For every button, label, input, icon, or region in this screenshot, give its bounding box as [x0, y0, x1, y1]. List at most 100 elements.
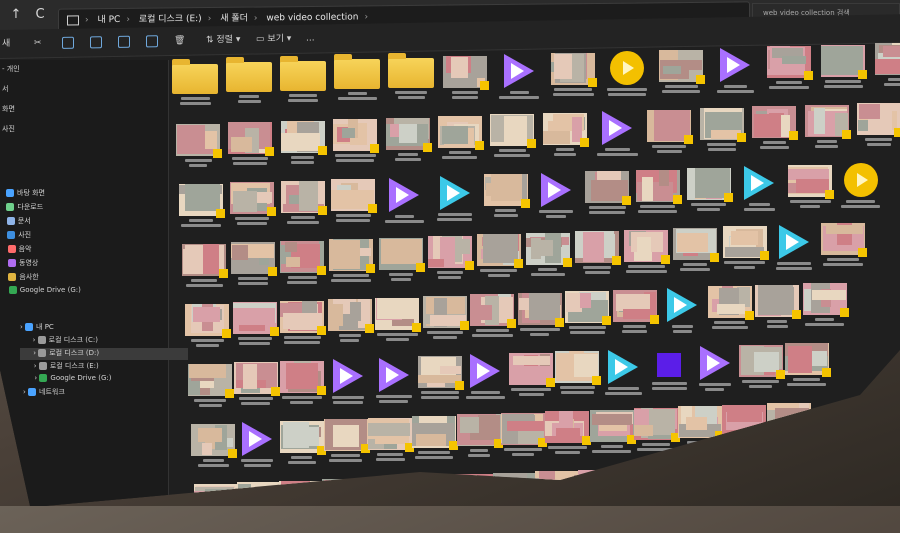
image-file-item[interactable]: [574, 469, 626, 506]
video-file-item[interactable]: [591, 111, 643, 162]
image-file-item[interactable]: [276, 300, 328, 350]
sidebar-item-picture[interactable]: 사진: [7, 230, 31, 240]
folder-item[interactable]: [277, 55, 329, 108]
sidebar-item-folder[interactable]: 음사한: [8, 272, 39, 282]
tree-item-drive[interactable]: › 로컬 디스크 (C:): [33, 335, 98, 345]
image-file-item[interactable]: [763, 46, 815, 95]
more-button[interactable]: ...: [306, 31, 315, 47]
image-file-item[interactable]: [230, 362, 282, 411]
image-file-item[interactable]: [324, 299, 376, 348]
video-file-item[interactable]: [459, 354, 511, 405]
video-file-item[interactable]: [709, 48, 761, 99]
refresh-button[interactable]: C: [30, 6, 50, 24]
image-file-item[interactable]: [361, 477, 413, 506]
image-file-item[interactable]: [522, 232, 574, 282]
sidebar-item[interactable]: 사진: [2, 124, 15, 134]
image-file-item[interactable]: [547, 52, 599, 102]
chevron-right-icon[interactable]: ›: [33, 336, 38, 344]
sidebar-item-desktop[interactable]: 바탕 화면: [6, 188, 45, 198]
image-file-item[interactable]: [853, 103, 900, 152]
video-file-item[interactable]: [322, 359, 374, 410]
video-file-item[interactable]: [689, 346, 741, 397]
image-file-item[interactable]: [659, 466, 711, 506]
tree-item-pc[interactable]: › 내 PC: [20, 322, 54, 332]
image-file-item[interactable]: [702, 464, 754, 506]
image-file-item[interactable]: [801, 104, 853, 154]
delete-icon[interactable]: 🗑: [174, 33, 185, 49]
cut-icon[interactable]: ✂: [34, 35, 42, 51]
image-file-item[interactable]: [817, 44, 869, 94]
image-file-item[interactable]: [184, 364, 236, 413]
image-file-item[interactable]: [643, 109, 695, 159]
image-file-item[interactable]: [414, 356, 466, 405]
image-file-item[interactable]: [224, 122, 276, 171]
image-file-item[interactable]: [551, 351, 603, 400]
image-file-item[interactable]: [466, 294, 518, 343]
image-file-item[interactable]: [325, 239, 377, 288]
image-file-item[interactable]: [571, 231, 623, 280]
image-file-item[interactable]: [539, 112, 591, 162]
tree-item-drive[interactable]: › 로컬 디스크 (E:): [34, 361, 99, 371]
image-file-item[interactable]: [514, 292, 566, 342]
image-file-item[interactable]: [784, 164, 836, 214]
file-item[interactable]: [643, 348, 695, 396]
image-file-item[interactable]: [172, 124, 224, 173]
up-arrow-button[interactable]: ↑: [6, 6, 26, 24]
new-button[interactable]: 새: [2, 36, 10, 52]
sort-button[interactable]: ⇅ 정렬 ▾: [206, 32, 240, 49]
image-file-item[interactable]: [817, 223, 869, 272]
image-file-item[interactable]: [696, 108, 748, 157]
folder-item[interactable]: [223, 57, 275, 109]
tree-item-google-drive[interactable]: › Google Drive (G:): [34, 374, 111, 382]
video-file-item[interactable]: [768, 224, 820, 276]
image-file-item[interactable]: [617, 468, 669, 506]
video-file-item[interactable]: [597, 349, 649, 401]
image-file-item[interactable]: [276, 360, 328, 410]
image-file-item[interactable]: [434, 116, 486, 165]
image-file-item[interactable]: [375, 237, 427, 287]
image-file-item[interactable]: [227, 242, 279, 291]
video-file-item[interactable]: [429, 176, 481, 227]
image-file-item[interactable]: [480, 174, 532, 223]
image-file-item[interactable]: [748, 106, 800, 155]
sidebar-item-music[interactable]: 음악: [7, 244, 31, 254]
image-file-item[interactable]: [620, 229, 672, 279]
image-file-item[interactable]: [181, 304, 233, 353]
image-file-item[interactable]: [505, 352, 557, 402]
image-file-item[interactable]: [178, 244, 230, 293]
video-file-item[interactable]: [368, 357, 420, 409]
folder-item[interactable]: [331, 54, 383, 106]
image-file-item[interactable]: [446, 474, 498, 506]
view-button[interactable]: ▭ 보기 ▾: [256, 31, 291, 48]
image-file-item[interactable]: [277, 180, 329, 230]
sidebar-item-download[interactable]: 다운로드: [6, 202, 43, 212]
video-file-item[interactable]: [835, 163, 887, 214]
image-file-item[interactable]: [439, 56, 491, 105]
video-file-item[interactable]: [378, 177, 430, 229]
sidebar-item[interactable]: 화면: [2, 104, 15, 114]
video-file-item[interactable]: [530, 172, 582, 224]
image-file-item[interactable]: [735, 344, 787, 394]
tree-item-network[interactable]: › 네트워크: [23, 387, 65, 397]
sidebar-item-google-drive[interactable]: Google Drive (G:): [8, 286, 81, 294]
image-file-item[interactable]: [327, 179, 379, 228]
image-file-item[interactable]: [190, 484, 242, 506]
image-file-item[interactable]: [751, 284, 803, 334]
image-file-item[interactable]: [226, 182, 278, 231]
image-file-item[interactable]: [745, 463, 797, 506]
image-file-item[interactable]: [799, 283, 851, 332]
tree-item-drive[interactable]: › 로컬 디스크 (D:): [33, 348, 99, 358]
image-file-item[interactable]: [275, 480, 327, 506]
folder-item[interactable]: [385, 52, 437, 105]
image-file-item[interactable]: [329, 119, 381, 168]
rename-icon[interactable]: [118, 34, 130, 50]
image-file-item[interactable]: [382, 117, 434, 167]
sidebar-item-video[interactable]: 동영상: [8, 258, 38, 268]
image-file-item[interactable]: [489, 472, 541, 506]
image-file-item[interactable]: [669, 228, 721, 277]
image-file-item[interactable]: [277, 120, 329, 170]
image-file-item[interactable]: [419, 296, 471, 345]
copy-icon[interactable]: [62, 35, 74, 51]
image-file-item[interactable]: [561, 291, 613, 340]
folder-item[interactable]: [169, 59, 221, 111]
